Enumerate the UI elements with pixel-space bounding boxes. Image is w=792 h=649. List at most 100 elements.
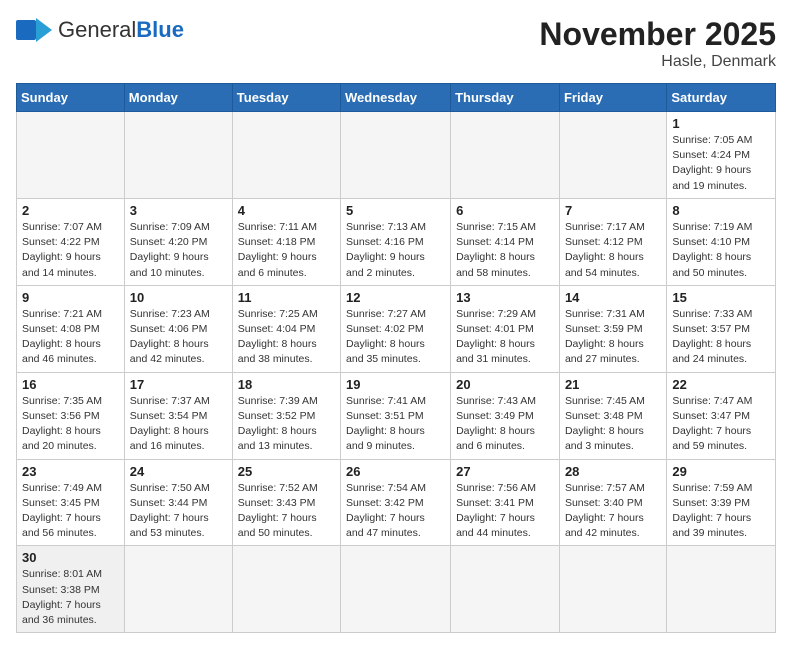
day-number: 26: [346, 464, 445, 479]
day-number: 5: [346, 203, 445, 218]
location-title: Hasle, Denmark: [539, 53, 776, 71]
day-info: Sunrise: 7:41 AM Sunset: 3:51 PM Dayligh…: [346, 394, 445, 455]
day-cell: 8 Sunrise: 7:19 AM Sunset: 4:10 PM Daylig…: [667, 198, 776, 285]
day-info: Sunrise: 7:23 AM Sunset: 4:06 PM Dayligh…: [130, 307, 227, 368]
header: GeneralBlue November 2025 Hasle, Denmark: [16, 16, 776, 71]
week-row-5: 23 Sunrise: 7:49 AM Sunset: 3:45 PM Dayli…: [17, 459, 776, 546]
day-number: 21: [565, 377, 661, 392]
day-info: Sunrise: 7:49 AM Sunset: 3:45 PM Dayligh…: [22, 481, 119, 542]
day-number: 10: [130, 290, 227, 305]
day-cell: 27 Sunrise: 7:56 AM Sunset: 3:41 PM Dayli…: [451, 459, 560, 546]
day-cell: 13Sunrise: 7:29 AM Sunset: 4:01 PM Dayli…: [451, 285, 560, 372]
day-number: 2: [22, 203, 119, 218]
day-info: Sunrise: 7:17 AM Sunset: 4:12 PM Dayligh…: [565, 220, 661, 281]
day-number: 7: [565, 203, 661, 218]
day-cell: [341, 112, 451, 199]
day-info: Sunrise: 7:21 AM Sunset: 4:08 PM Dayligh…: [22, 307, 119, 368]
day-number: 13: [456, 290, 554, 305]
day-info: Sunrise: 7:57 AM Sunset: 3:40 PM Dayligh…: [565, 481, 661, 542]
day-number: 23: [22, 464, 119, 479]
col-header-friday: Friday: [559, 84, 666, 112]
day-info: Sunrise: 7:37 AM Sunset: 3:54 PM Dayligh…: [130, 394, 227, 455]
day-info: Sunrise: 7:05 AM Sunset: 4:24 PM Dayligh…: [672, 133, 770, 194]
day-cell: 28 Sunrise: 7:57 AM Sunset: 3:40 PM Dayli…: [559, 459, 666, 546]
day-cell: 18 Sunrise: 7:39 AM Sunset: 3:52 PM Dayli…: [232, 372, 340, 459]
title-area: November 2025 Hasle, Denmark: [539, 16, 776, 71]
day-info: Sunrise: 8:01 AM Sunset: 3:38 PM Dayligh…: [22, 567, 119, 628]
day-cell: [124, 546, 232, 633]
day-cell: 7 Sunrise: 7:17 AM Sunset: 4:12 PM Daylig…: [559, 198, 666, 285]
day-info: Sunrise: 7:09 AM Sunset: 4:20 PM Dayligh…: [130, 220, 227, 281]
day-number: 6: [456, 203, 554, 218]
day-cell: 22Sunrise: 7:47 AM Sunset: 3:47 PM Dayli…: [667, 372, 776, 459]
day-number: 9: [22, 290, 119, 305]
week-row-4: 16Sunrise: 7:35 AM Sunset: 3:56 PM Dayli…: [17, 372, 776, 459]
day-cell: 11Sunrise: 7:25 AM Sunset: 4:04 PM Dayli…: [232, 285, 340, 372]
day-info: Sunrise: 7:43 AM Sunset: 3:49 PM Dayligh…: [456, 394, 554, 455]
day-cell: [559, 546, 666, 633]
day-cell: 21 Sunrise: 7:45 AM Sunset: 3:48 PM Dayli…: [559, 372, 666, 459]
day-cell: 6 Sunrise: 7:15 AM Sunset: 4:14 PM Daylig…: [451, 198, 560, 285]
col-header-tuesday: Tuesday: [232, 84, 340, 112]
day-number: 15: [672, 290, 770, 305]
day-cell: 29Sunrise: 7:59 AM Sunset: 3:39 PM Dayli…: [667, 459, 776, 546]
day-info: Sunrise: 7:15 AM Sunset: 4:14 PM Dayligh…: [456, 220, 554, 281]
day-cell: [17, 112, 125, 199]
day-cell: [451, 546, 560, 633]
day-cell: [341, 546, 451, 633]
day-number: 3: [130, 203, 227, 218]
day-cell: [124, 112, 232, 199]
col-header-wednesday: Wednesday: [341, 84, 451, 112]
day-info: Sunrise: 7:11 AM Sunset: 4:18 PM Dayligh…: [238, 220, 335, 281]
logo-text: GeneralBlue: [58, 17, 184, 43]
col-header-monday: Monday: [124, 84, 232, 112]
day-info: Sunrise: 7:52 AM Sunset: 3:43 PM Dayligh…: [238, 481, 335, 542]
day-cell: 10 Sunrise: 7:23 AM Sunset: 4:06 PM Dayli…: [124, 285, 232, 372]
day-info: Sunrise: 7:54 AM Sunset: 3:42 PM Dayligh…: [346, 481, 445, 542]
day-info: Sunrise: 7:47 AM Sunset: 3:47 PM Dayligh…: [672, 394, 770, 455]
day-info: Sunrise: 7:33 AM Sunset: 3:57 PM Dayligh…: [672, 307, 770, 368]
day-cell: 19 Sunrise: 7:41 AM Sunset: 3:51 PM Dayli…: [341, 372, 451, 459]
day-number: 14: [565, 290, 661, 305]
day-number: 8: [672, 203, 770, 218]
day-cell: [451, 112, 560, 199]
day-cell: 1Sunrise: 7:05 AM Sunset: 4:24 PM Daylig…: [667, 112, 776, 199]
week-row-2: 2 Sunrise: 7:07 AM Sunset: 4:22 PM Daylig…: [17, 198, 776, 285]
day-number: 11: [238, 290, 335, 305]
day-cell: 4Sunrise: 7:11 AM Sunset: 4:18 PM Daylig…: [232, 198, 340, 285]
day-cell: [559, 112, 666, 199]
col-header-saturday: Saturday: [667, 84, 776, 112]
day-number: 12: [346, 290, 445, 305]
day-number: 24: [130, 464, 227, 479]
day-cell: 14 Sunrise: 7:31 AM Sunset: 3:59 PM Dayli…: [559, 285, 666, 372]
day-number: 17: [130, 377, 227, 392]
day-info: Sunrise: 7:19 AM Sunset: 4:10 PM Dayligh…: [672, 220, 770, 281]
day-number: 30: [22, 550, 119, 565]
day-cell: 5Sunrise: 7:13 AM Sunset: 4:16 PM Daylig…: [341, 198, 451, 285]
col-header-thursday: Thursday: [451, 84, 560, 112]
calendar: SundayMondayTuesdayWednesdayThursdayFrid…: [16, 83, 776, 633]
week-row-6: 30 Sunrise: 8:01 AM Sunset: 3:38 PM Dayli…: [17, 546, 776, 633]
week-row-3: 9 Sunrise: 7:21 AM Sunset: 4:08 PM Daylig…: [17, 285, 776, 372]
day-info: Sunrise: 7:45 AM Sunset: 3:48 PM Dayligh…: [565, 394, 661, 455]
day-number: 28: [565, 464, 661, 479]
calendar-header-row: SundayMondayTuesdayWednesdayThursdayFrid…: [17, 84, 776, 112]
day-cell: [232, 546, 340, 633]
day-cell: 12Sunrise: 7:27 AM Sunset: 4:02 PM Dayli…: [341, 285, 451, 372]
day-cell: 24Sunrise: 7:50 AM Sunset: 3:44 PM Dayli…: [124, 459, 232, 546]
day-info: Sunrise: 7:07 AM Sunset: 4:22 PM Dayligh…: [22, 220, 119, 281]
day-number: 27: [456, 464, 554, 479]
day-info: Sunrise: 7:39 AM Sunset: 3:52 PM Dayligh…: [238, 394, 335, 455]
col-header-sunday: Sunday: [17, 84, 125, 112]
day-info: Sunrise: 7:56 AM Sunset: 3:41 PM Dayligh…: [456, 481, 554, 542]
day-cell: 3 Sunrise: 7:09 AM Sunset: 4:20 PM Daylig…: [124, 198, 232, 285]
day-cell: 26 Sunrise: 7:54 AM Sunset: 3:42 PM Dayli…: [341, 459, 451, 546]
day-number: 18: [238, 377, 335, 392]
day-info: Sunrise: 7:31 AM Sunset: 3:59 PM Dayligh…: [565, 307, 661, 368]
day-number: 19: [346, 377, 445, 392]
week-row-1: 1Sunrise: 7:05 AM Sunset: 4:24 PM Daylig…: [17, 112, 776, 199]
month-title: November 2025: [539, 16, 776, 53]
day-cell: 2 Sunrise: 7:07 AM Sunset: 4:22 PM Daylig…: [17, 198, 125, 285]
day-info: Sunrise: 7:35 AM Sunset: 3:56 PM Dayligh…: [22, 394, 119, 455]
day-cell: 15 Sunrise: 7:33 AM Sunset: 3:57 PM Dayli…: [667, 285, 776, 372]
